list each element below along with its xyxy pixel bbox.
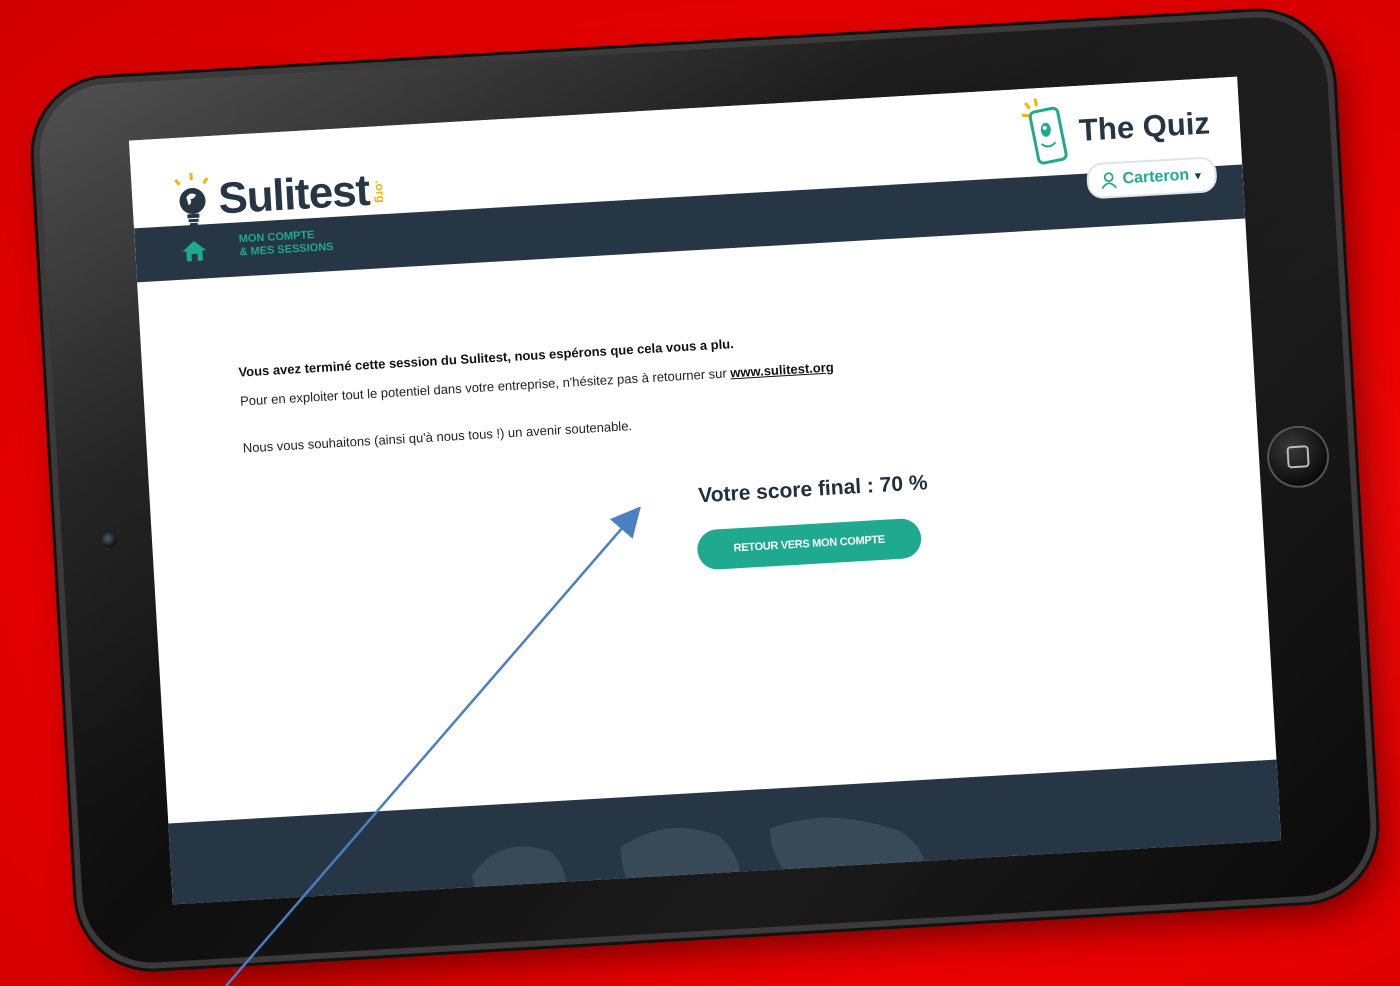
device-home-button[interactable]	[1265, 424, 1331, 490]
chevron-down-icon: ▾	[1194, 169, 1202, 182]
app-screen: Sulitest .org The Quiz MON COMPTE & MES …	[128, 76, 1282, 905]
sulitest-link[interactable]: www.sulitest.org	[730, 359, 834, 380]
world-map-icon	[471, 817, 925, 905]
home-icon[interactable]	[181, 238, 208, 263]
home-square-icon	[1286, 445, 1310, 469]
quiz-title: The Quiz	[1078, 105, 1211, 148]
user-icon	[1101, 172, 1117, 190]
user-name: Carteron	[1122, 166, 1190, 188]
user-menu-button[interactable]: Carteron ▾	[1085, 156, 1218, 200]
session-complete-message: Vous avez terminé cette session du Sulit…	[238, 313, 1142, 455]
return-to-account-button[interactable]: RETOUR VERS MON COMPTE	[696, 517, 923, 571]
logo-suffix: .org	[372, 179, 388, 203]
camera-icon	[101, 531, 118, 548]
footer	[168, 759, 1282, 905]
phone-mascot-icon	[1021, 98, 1068, 165]
final-score: Votre score final : 70 %	[697, 471, 929, 508]
nav-account-sessions[interactable]: MON COMPTE & MES SESSIONS	[238, 228, 333, 259]
lightbulb-globe-icon	[174, 172, 209, 227]
tablet-device: Sulitest .org The Quiz MON COMPTE & MES …	[35, 13, 1375, 967]
